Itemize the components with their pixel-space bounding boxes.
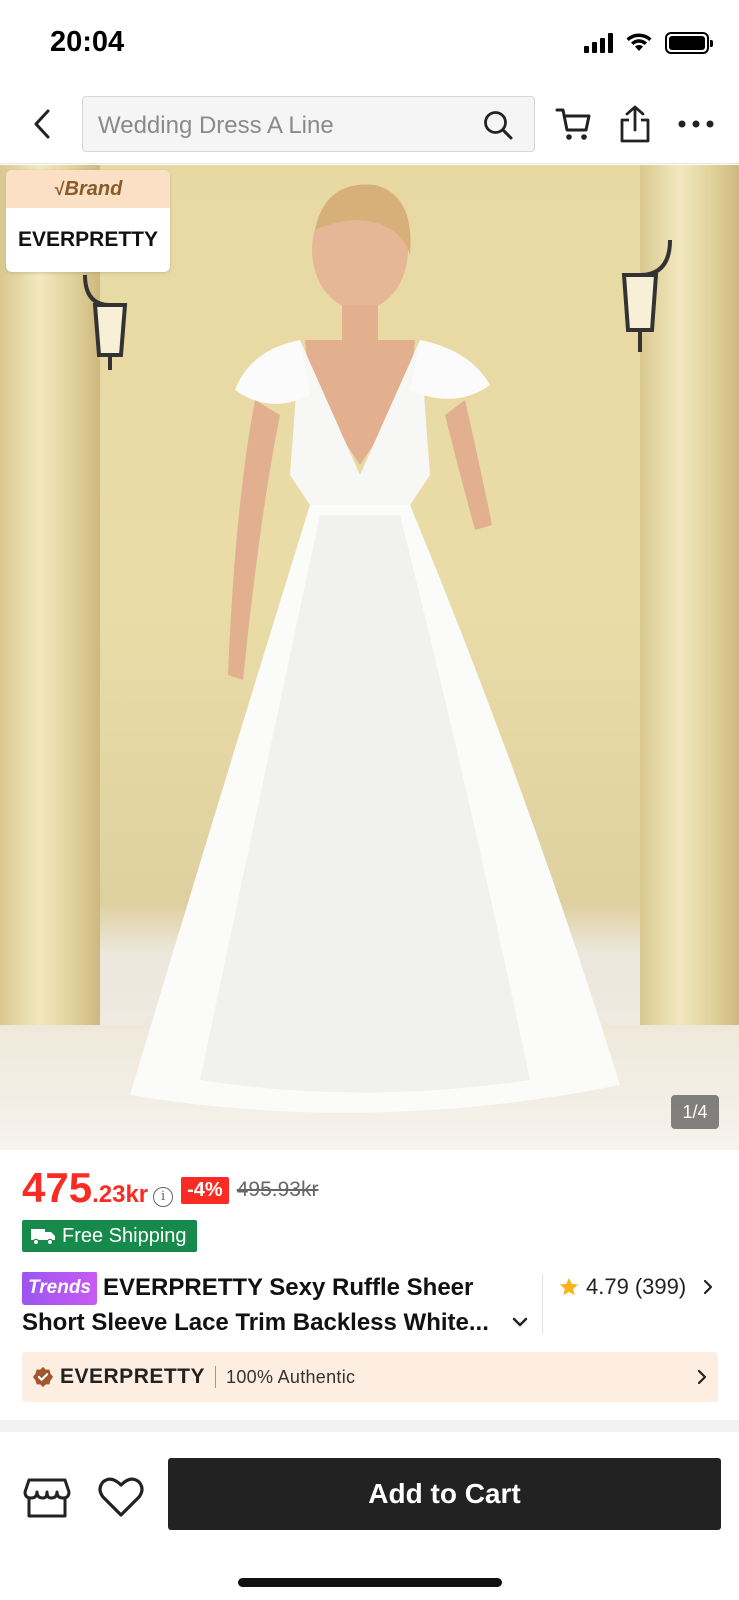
price-row: 475 .23kr i -4% 495.93kr (22, 1164, 318, 1214)
status-bar: 20:04 (0, 0, 739, 88)
brand-tag: √ Brand EVERPRETTY (6, 170, 170, 272)
rating-count: (399) (634, 1274, 687, 1299)
chevron-right-icon (704, 1279, 713, 1295)
expand-chevron-icon[interactable] (508, 1310, 532, 1334)
status-icons (584, 32, 713, 54)
free-shipping-badge: Free Shipping (22, 1220, 197, 1252)
info-icon[interactable]: i (153, 1186, 174, 1207)
star-icon (559, 1277, 579, 1296)
more-button[interactable] (674, 102, 718, 146)
product-title[interactable]: Trends EVERPRETTY Sexy Ruffle Sheer Short… (22, 1272, 532, 1339)
store-icon[interactable] (22, 1472, 72, 1522)
search-query: Wedding Dress A Line (98, 112, 334, 139)
signal-icon (584, 33, 613, 53)
search-input[interactable]: Wedding Dress A Line (82, 96, 535, 152)
heart-icon[interactable] (96, 1472, 146, 1522)
wifi-icon (626, 33, 652, 51)
model-in-dress (130, 184, 620, 1113)
trends-badge: Trends (22, 1272, 98, 1305)
brand-tag-name: EVERPRETTY (17, 228, 159, 251)
cart-button[interactable] (552, 102, 596, 146)
discount-badge: -4% (181, 1177, 229, 1204)
title-line-2: Short Sleeve Lace Trim Backless White... (22, 1309, 489, 1336)
back-button[interactable] (22, 102, 62, 146)
image-counter: 1/4 (671, 1095, 719, 1129)
search-icon[interactable] (482, 109, 514, 141)
share-button[interactable] (613, 102, 657, 146)
price-cents: .23kr (92, 1181, 149, 1208)
more-icon (678, 120, 714, 128)
section-divider (0, 1420, 739, 1432)
verified-badge-icon (32, 1366, 54, 1388)
authentic-label: 100% Authentic (226, 1366, 356, 1387)
price-main: 475 (22, 1164, 93, 1211)
status-time: 20:04 (50, 26, 125, 58)
product-image[interactable]: √ Brand EVERPRETTY 1/4 (0, 165, 739, 1150)
brand-tag-label: √ Brand (6, 170, 170, 208)
bottom-action-bar: Add to Cart (0, 1444, 739, 1554)
share-icon (620, 105, 650, 143)
rating-value: 4.79 (586, 1274, 629, 1299)
battery-icon (665, 32, 713, 54)
home-indicator (238, 1578, 502, 1587)
add-to-cart-button[interactable]: Add to Cart (168, 1458, 721, 1530)
store-separator (215, 1366, 217, 1388)
back-chevron-icon (34, 109, 50, 139)
chevron-right-icon (697, 1369, 707, 1385)
original-price: 495.93kr (236, 1178, 319, 1201)
free-shipping-label: Free Shipping (62, 1224, 187, 1247)
nav-bar: Wedding Dress A Line (0, 88, 739, 164)
truck-icon (31, 1229, 55, 1246)
rating-divider (542, 1274, 543, 1334)
rating-summary[interactable]: 4.79 (399) (558, 1274, 714, 1300)
store-bar[interactable]: EVERPRETTY 100% Authentic (22, 1352, 718, 1402)
title-line-1: EVERPRETTY Sexy Ruffle Sheer (103, 1274, 474, 1301)
cart-icon (555, 108, 591, 140)
store-name: EVERPRETTY (60, 1365, 206, 1388)
